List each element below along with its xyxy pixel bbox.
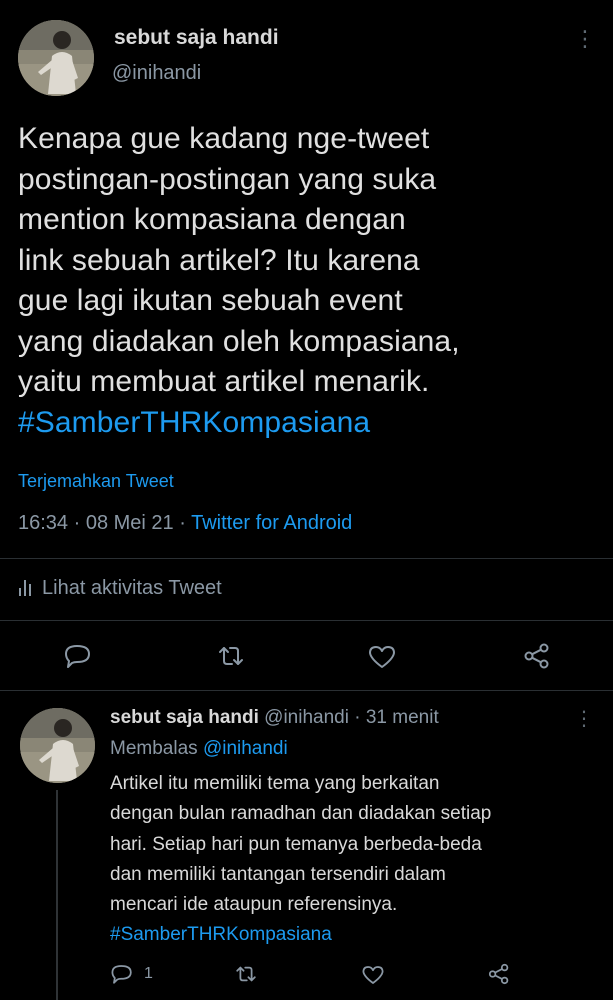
reply-tweet-text: Artikel itu memiliki tema yang berkaitan… xyxy=(110,769,605,951)
hashtag-link[interactable]: #SamberTHRKompasiana xyxy=(18,403,603,444)
tweet-text-line: gue lagi ikutan sebuah event xyxy=(18,284,403,317)
reply-text-line: mencari ide ataupun referensinya. xyxy=(110,894,398,916)
tweet-text-line: Kenapa gue kadang nge-tweet xyxy=(18,122,430,155)
replying-to-handle[interactable]: @inihandi xyxy=(203,738,288,759)
translate-tweet-link[interactable]: Terjemahkan Tweet xyxy=(18,471,174,492)
share-icon[interactable] xyxy=(487,962,511,986)
divider xyxy=(0,690,613,691)
main-tweet-text: Kenapa gue kadang nge-tweet postingan-po… xyxy=(18,119,603,443)
more-vertical-icon[interactable]: ⋮ xyxy=(574,26,596,52)
main-author-handle[interactable]: @inihandi xyxy=(112,62,201,85)
reply-count: 1 xyxy=(144,965,153,982)
tweet-text-line: link sebuah artikel? Itu karena xyxy=(18,243,420,277)
reply-author-handle[interactable]: @inihandi xyxy=(264,707,349,728)
reply-header: sebut saja handi @inihandi · 31 menit xyxy=(110,707,439,729)
tweet-metadata: 16:34 · 08 Mei 21 · Twitter for Android xyxy=(18,512,352,535)
main-avatar[interactable] xyxy=(18,20,94,96)
heart-icon[interactable] xyxy=(367,642,397,672)
meta-separator: · xyxy=(354,707,361,728)
divider xyxy=(0,558,613,559)
tweet-text-line: mention kompasiana dengan xyxy=(18,203,406,236)
tweet-text-line: postingan-postingan yang suka xyxy=(18,162,437,196)
more-vertical-icon[interactable]: ⋮ xyxy=(574,706,594,732)
reply-author-name[interactable]: sebut saja handi xyxy=(110,707,259,728)
replying-prefix: Membalas xyxy=(110,738,198,759)
tweet-text-line: yaitu membuat artikel menarik. xyxy=(18,365,430,398)
reply-icon xyxy=(110,962,134,986)
share-icon[interactable] xyxy=(522,641,552,671)
bar-chart-icon xyxy=(18,578,34,602)
tweet-text-line: yang diadakan oleh kompasiana, xyxy=(18,324,460,358)
reply-text-line: Artikel itu memiliki tema yang berkaitan xyxy=(110,773,440,794)
reply-button[interactable]: 1 xyxy=(110,961,153,987)
reply-icon[interactable] xyxy=(63,641,93,671)
reply-age: 31 menit xyxy=(365,707,439,728)
thread-connector-line xyxy=(56,790,58,1000)
retweet-icon[interactable] xyxy=(216,641,246,671)
reply-text-line: dan memiliki tantangan tersendiri dalam xyxy=(110,863,446,885)
activity-label: Lihat aktivitas Tweet xyxy=(42,577,222,599)
replying-to: Membalas @inihandi xyxy=(110,738,288,760)
divider xyxy=(0,620,613,621)
reply-avatar[interactable] xyxy=(20,708,95,783)
tweet-time: 16:34 xyxy=(18,512,69,534)
hashtag-link[interactable]: #SamberTHRKompasiana xyxy=(110,920,605,950)
main-author-name[interactable]: sebut saja handi xyxy=(114,26,279,50)
tweet-source-link[interactable]: Twitter for Android xyxy=(191,512,352,534)
meta-separator: · xyxy=(73,512,86,534)
reply-text-line: hari. Setiap hari pun temanya berbeda-be… xyxy=(110,833,482,855)
meta-separator: · xyxy=(179,512,192,534)
retweet-icon[interactable] xyxy=(234,962,258,986)
view-tweet-activity[interactable]: Lihat aktivitas Tweet xyxy=(18,577,222,602)
reply-text-line: dengan bulan ramadhan dan diadakan setia… xyxy=(110,803,492,825)
heart-icon[interactable] xyxy=(361,963,385,987)
tweet-date: 08 Mei 21 xyxy=(85,512,174,534)
